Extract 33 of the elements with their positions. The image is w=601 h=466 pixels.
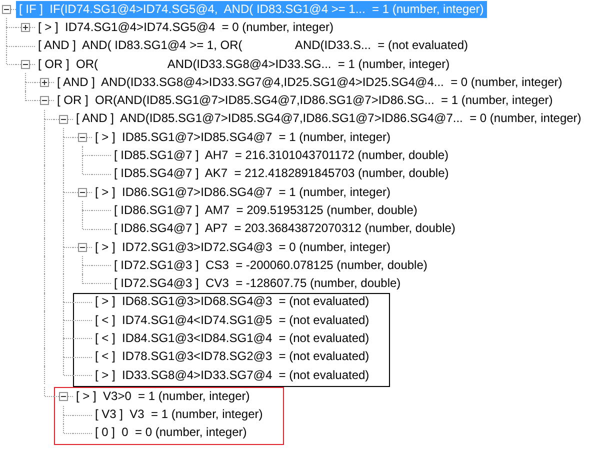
tree-item[interactable]: [ ID72.SG4@3 ] CV3 = -128607.75 (number, double) bbox=[111, 275, 404, 292]
tree-item[interactable]: [ > ] ID72.SG1@3>ID72.SG4@3 = 0 (number, integer) bbox=[92, 238, 394, 256]
tree-item[interactable]: [ ID85.SG1@7 ] AH7 = 216.3101043701172 (number, double) bbox=[111, 147, 452, 164]
tree-item[interactable]: [ > ] ID74.SG1@4>ID74.SG5@4 = 0 (number, integer) bbox=[35, 18, 337, 36]
collapse-icon[interactable] bbox=[59, 392, 68, 402]
expand-icon[interactable] bbox=[21, 23, 30, 32]
tree-item[interactable]: [ AND ] AND(ID33.SG8@4>ID33.SG7@4,ID25.SG1@4>ID25.SG4@4... = 0 (number, integer) bbox=[54, 74, 566, 91]
tree-item[interactable]: [ OR ] OR( AND(ID33.SG8@4>ID33.SG... = 1 (number, integer) bbox=[35, 56, 453, 73]
tree-item[interactable]: [ < ] ID84.SG1@3<ID84.SG1@4 = (not evaluated) bbox=[92, 330, 372, 347]
tree-item[interactable]: [ ID86.SG1@7 ] AM7 = 209.51953125 (number, double) bbox=[111, 202, 420, 219]
tree-item[interactable]: [ < ] ID74.SG1@4<ID74.SG1@5 = (not evaluated) bbox=[92, 312, 372, 329]
tree-item[interactable]: [ ID85.SG4@7 ] AK7 = 212.4182891845703 (number, double) bbox=[111, 165, 452, 182]
collapse-icon[interactable] bbox=[21, 60, 30, 69]
tree-item[interactable]: [ > ] ID86.SG1@7>ID86.SG4@7 = 1 (number, integer) bbox=[92, 184, 394, 201]
tree-item[interactable]: [ > ] ID85.SG1@7>ID85.SG4@7 = 1 (number, integer) bbox=[92, 128, 394, 146]
collapse-icon[interactable] bbox=[78, 133, 87, 142]
tree-item[interactable]: [ ID86.SG4@7 ] AP7 = 203.36843872070312 (number, double) bbox=[111, 220, 458, 238]
collapse-icon[interactable] bbox=[40, 96, 49, 106]
tree-item[interactable]: [ > ] V3>0 = 1 (number, integer) bbox=[73, 388, 253, 405]
collapse-icon[interactable] bbox=[2, 5, 11, 14]
tree-item[interactable]: [ ID72.SG1@3 ] CS3 = -200060.078125 (number, double) bbox=[111, 256, 430, 274]
expand-icon[interactable] bbox=[40, 78, 49, 88]
tree-item[interactable]: [ < ] ID78.SG1@3<ID78.SG2@3 = (not evaluated) bbox=[92, 348, 372, 366]
tree-item[interactable]: [ AND ] AND(ID85.SG1@7>ID85.SG4@7,ID86.SG1@7>ID86.SG4@7... = 0 (number, integer) bbox=[73, 110, 584, 128]
collapse-icon[interactable] bbox=[78, 188, 87, 197]
tree-item[interactable]: [ AND ] AND( ID83.SG1@4 >= 1, OR( AND(ID33.S... = (not evaluated) bbox=[35, 37, 472, 54]
tree-item[interactable]: [ > ] ID68.SG1@3>ID68.SG4@3 = (not evaluated) bbox=[92, 293, 372, 310]
collapse-icon[interactable] bbox=[59, 114, 68, 124]
tree-item[interactable]: [ > ] ID33.SG8@4>ID33.SG7@4 = (not evaluated) bbox=[92, 366, 372, 384]
tree-item[interactable]: [ OR ] OR(AND(ID85.SG1@7>ID85.SG4@7,ID86.SG1@7>ID86.SG... = 1 (number, integer) bbox=[54, 92, 556, 110]
tree-item[interactable]: [ 0 ] 0 = 0 (number, integer) bbox=[92, 424, 250, 442]
collapse-icon[interactable] bbox=[78, 242, 87, 252]
tree-item[interactable]: [ V3 ] V3 = 1 (number, integer) bbox=[92, 406, 266, 424]
